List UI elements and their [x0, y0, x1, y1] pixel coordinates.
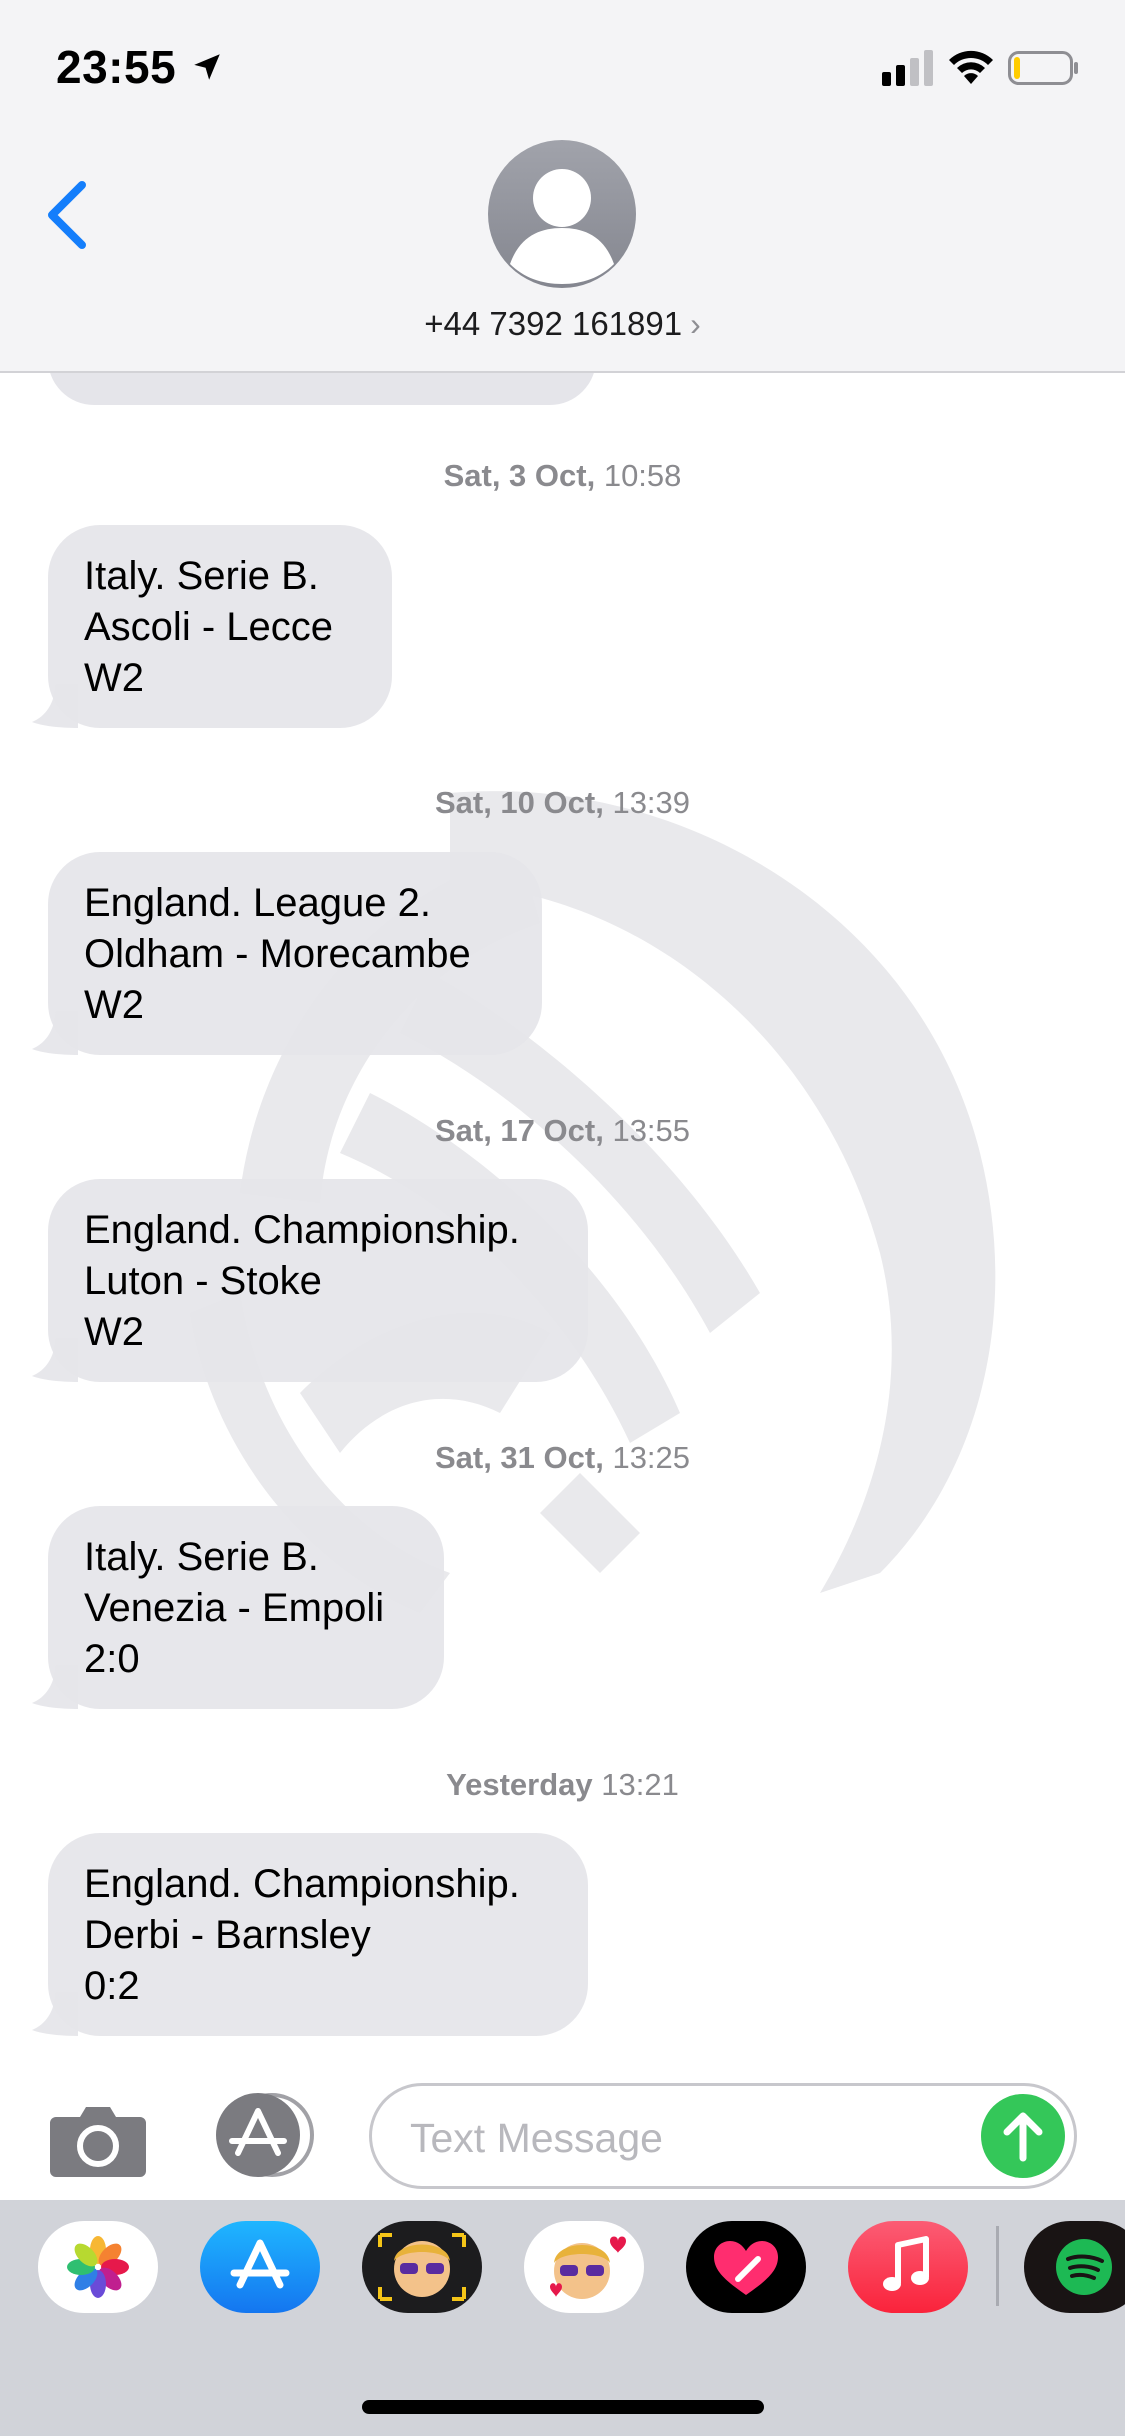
contact-details-chevron[interactable]: › [690, 306, 701, 342]
bubble-tail [32, 1992, 78, 2036]
message-thread[interactable]: Sat, 3 Oct, 10:58 Italy. Serie B. Ascoli… [0, 373, 1125, 2073]
message-line: Oldham - Morecambe [84, 932, 471, 976]
person-icon [510, 169, 614, 284]
conversation-header: 23:55 +44 7392 161891 › [0, 0, 1125, 373]
message-line: W2 [84, 656, 144, 700]
app-store-apps-icon[interactable] [208, 2093, 318, 2177]
cellular-signal-icon [882, 50, 933, 86]
message-timestamp: Yesterday 13:21 [446, 1767, 679, 1802]
message-bubble[interactable]: England. League 2. Oldham - Morecambe W2 [32, 852, 542, 1055]
message-line: Ascoli - Lecce [84, 605, 333, 649]
message-line: Venezia - Empoli [84, 1586, 385, 1630]
bubble-tail [32, 1665, 78, 1709]
message-timestamp: Sat, 10 Oct, 13:39 [434, 785, 691, 820]
message-input[interactable] [410, 2112, 970, 2164]
message-bubble[interactable]: England. Championship. Luton - Stoke W2 [32, 1179, 588, 1382]
message-timestamp: Sat, 3 Oct, 10:58 [443, 458, 682, 493]
message-line: Luton - Stoke [84, 1259, 322, 1303]
arrow-up-icon [1003, 2112, 1043, 2162]
message-bubble[interactable]: Italy. Serie B. Ascoli - Lecce W2 [32, 525, 392, 728]
status-time: 23:55 [56, 41, 177, 93]
back-chevron-icon[interactable] [40, 175, 96, 255]
wifi-icon [949, 50, 993, 84]
message-bubble[interactable]: England. Championship. Derbi - Barnsley … [32, 1833, 588, 2036]
contact-avatar[interactable] [488, 140, 636, 288]
app-strip-divider [996, 2226, 999, 2306]
memoji-hearts-icon[interactable] [524, 2221, 644, 2313]
send-button[interactable] [981, 2094, 1065, 2178]
message-timestamp: Sat, 17 Oct, 13:55 [434, 1113, 691, 1148]
bubble-tail [32, 1338, 78, 1382]
bubble-tail [32, 684, 78, 728]
bubble-tail [32, 1011, 78, 1055]
message-line: England. League 2. [84, 881, 431, 925]
photos-icon[interactable] [38, 2221, 158, 2313]
message-line: Italy. Serie B. [84, 1535, 319, 1579]
message-line: England. Championship. [84, 1208, 520, 1252]
camera-icon[interactable] [50, 2101, 146, 2177]
compose-bar [0, 2073, 1125, 2200]
message-line: 0:2 [84, 1964, 140, 2008]
location-arrow-icon [194, 54, 220, 80]
imessage-app-drawer [0, 2200, 1125, 2436]
home-indicator[interactable] [362, 2400, 764, 2414]
app-store-icon[interactable] [200, 2221, 320, 2313]
message-line: W2 [84, 1310, 144, 1354]
message-line: Italy. Serie B. [84, 554, 319, 598]
contact-name[interactable]: +44 7392 161891 › [0, 305, 1125, 343]
message-line: Derbi - Barnsley [84, 1913, 371, 1957]
message-bubble[interactable]: Italy. Serie B. Venezia - Empoli 2:0 [32, 1506, 444, 1709]
spotify-icon[interactable] [1024, 2221, 1125, 2313]
battery-icon [1008, 51, 1078, 85]
message-line: W2 [84, 983, 144, 1027]
previous-message-bubble[interactable] [48, 373, 596, 405]
message-line: England. Championship. [84, 1862, 520, 1906]
contact-number[interactable]: +44 7392 161891 [424, 305, 682, 342]
music-icon[interactable] [848, 2221, 968, 2313]
message-input-field[interactable] [369, 2083, 1077, 2189]
message-line: 2:0 [84, 1637, 140, 1681]
digital-touch-icon[interactable] [686, 2221, 806, 2313]
message-timestamp: Sat, 31 Oct, 13:25 [434, 1440, 691, 1475]
memoji-glasses-icon[interactable] [362, 2221, 482, 2313]
